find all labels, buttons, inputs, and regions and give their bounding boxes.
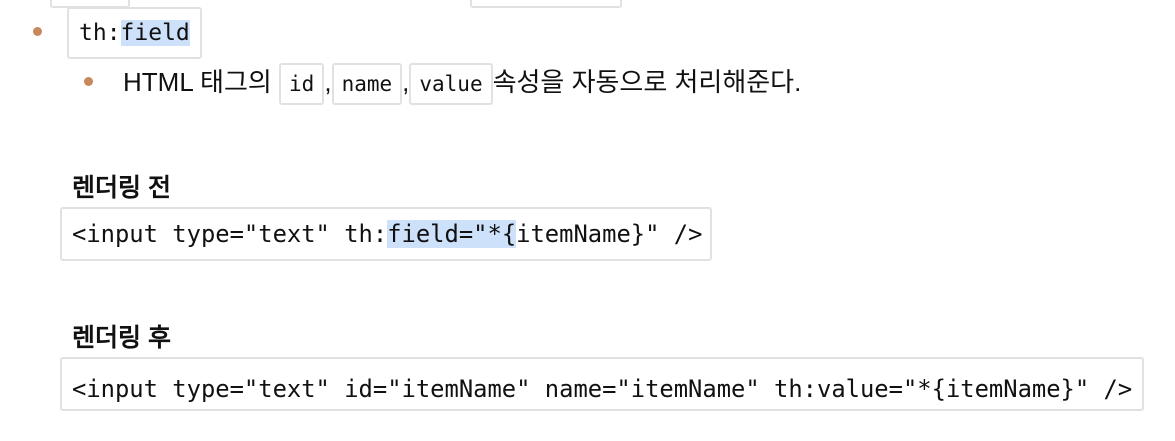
code-text: <input type="text" id="itemName" name="i… [72, 375, 1133, 403]
separator: , [402, 67, 410, 97]
code-text: itemName}" /> [516, 220, 703, 248]
code-block-before: <input type="text" th:field="*{itemName}… [60, 207, 712, 261]
text-suffix: 속성을 자동으로 처리해준다. [492, 67, 802, 97]
previous-inline-code [470, 0, 622, 8]
highlighted-text: field [120, 20, 190, 46]
code-text: <input type="text" th: [72, 220, 388, 248]
sub-item-text: HTML 태그의 id, name, value 속성을 자동으로 처리해준다. [123, 56, 801, 108]
bullet-icon [84, 77, 93, 86]
separator: , [324, 67, 332, 97]
code-prefix: th: [79, 20, 121, 46]
code-block-after: <input type="text" id="itemName" name="i… [60, 357, 1144, 411]
heading-before-rendering: 렌더링 전 [72, 174, 171, 202]
inline-code-id: id [279, 63, 325, 106]
inline-code-value: value [409, 63, 493, 106]
highlighted-code: field="*{ [387, 220, 517, 248]
bullet-icon [33, 27, 42, 36]
text-prefix: HTML 태그의 [123, 67, 280, 97]
inline-code-name: name [331, 63, 403, 106]
inline-code-th-field: th:field [67, 7, 202, 59]
heading-after-rendering: 렌더링 후 [72, 324, 171, 352]
